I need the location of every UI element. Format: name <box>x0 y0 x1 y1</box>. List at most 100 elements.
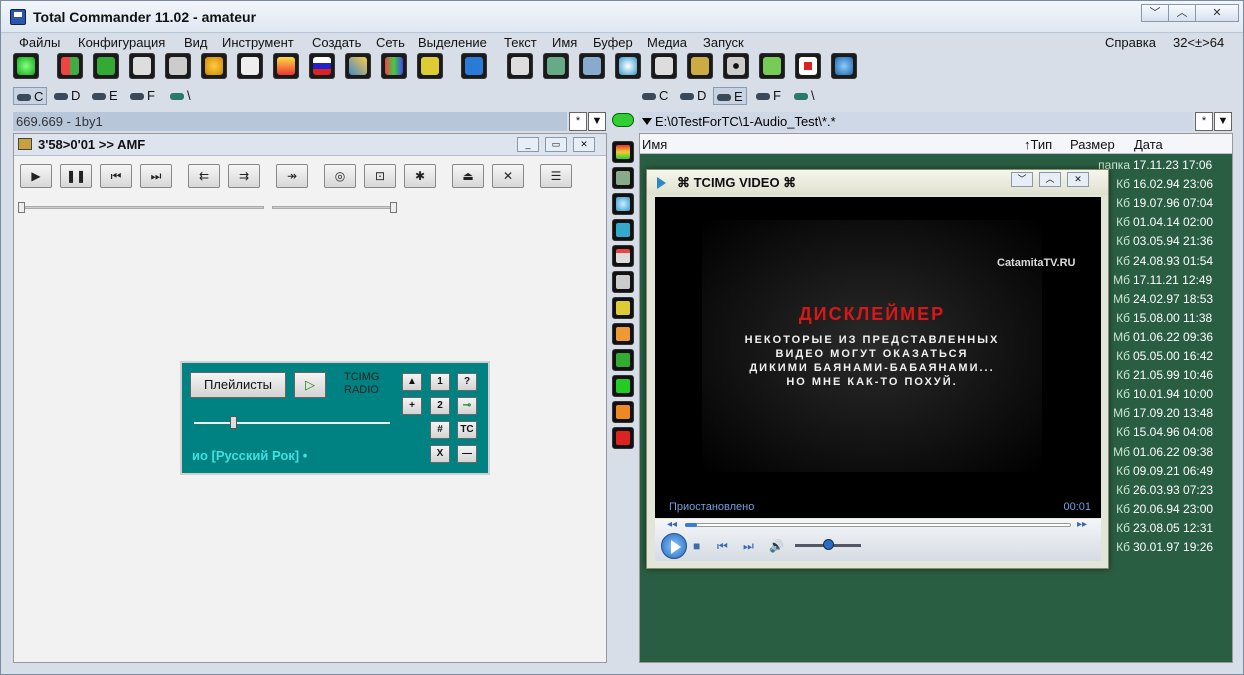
left-drive-network[interactable]: \ <box>167 87 194 105</box>
menu-media[interactable]: Медиа <box>647 35 687 50</box>
radio-volume-slider[interactable] <box>194 422 390 424</box>
speaker-icon[interactable]: 🔊 <box>769 539 784 553</box>
medkit-icon[interactable] <box>795 53 821 79</box>
left-hotlist-button[interactable]: * <box>569 112 587 131</box>
printer-icon[interactable] <box>237 53 263 79</box>
shield-icon[interactable] <box>93 53 119 79</box>
radio-volume-thumb[interactable] <box>230 416 237 429</box>
swap-icon[interactable] <box>612 349 634 371</box>
calendar-icon[interactable] <box>612 245 634 267</box>
right-drive-d[interactable]: D <box>677 87 709 105</box>
flag-icon[interactable] <box>309 53 335 79</box>
usb-icon[interactable] <box>759 53 785 79</box>
visualizer-button[interactable]: ◎ <box>324 164 356 188</box>
menu-text[interactable]: Текст <box>504 35 537 50</box>
volume-slider[interactable] <box>272 206 394 209</box>
tc-icon[interactable] <box>461 53 487 79</box>
right-drive-f[interactable]: F <box>753 87 784 105</box>
player-restore-button[interactable]: ▭ <box>545 137 567 152</box>
position-slider-thumb[interactable] <box>18 202 25 213</box>
right-drive-network[interactable]: \ <box>791 87 818 105</box>
menu-files[interactable]: Файлы <box>19 35 60 50</box>
close-button[interactable]: ✕ <box>1195 4 1239 22</box>
column-size[interactable]: Размер <box>1070 137 1115 152</box>
maximize-button[interactable]: ︿ <box>1168 4 1196 22</box>
left-drive-c[interactable]: C <box>13 87 48 105</box>
menu-tools[interactable]: Инструмент <box>222 35 294 50</box>
repeat-button[interactable]: ↠ <box>276 164 308 188</box>
playlist-button[interactable]: ☰ <box>540 164 572 188</box>
menu-clipboard[interactable]: Буфер <box>593 35 633 50</box>
radio-play-button[interactable]: ▷ <box>294 372 326 398</box>
screen-button[interactable]: ⊡ <box>364 164 396 188</box>
playlists-button[interactable]: Плейлисты <box>190 372 286 398</box>
radio-key-2[interactable]: 2 <box>430 397 450 415</box>
plugin-icon[interactable] <box>687 53 713 79</box>
right-drive-c[interactable]: C <box>639 87 671 105</box>
path-dropdown-icon[interactable] <box>642 118 652 125</box>
delete-icon[interactable] <box>612 427 634 449</box>
video-minimize-button[interactable]: ﹀ <box>1011 172 1033 187</box>
cd-icon[interactable] <box>723 53 749 79</box>
right-hotlist-button[interactable]: * <box>1195 112 1213 131</box>
hammer-icon[interactable] <box>579 53 605 79</box>
upload-icon[interactable] <box>417 53 443 79</box>
menu-view[interactable]: Вид <box>184 35 208 50</box>
video-previous-button[interactable]: ⏮ <box>717 539 728 554</box>
video-titlebar[interactable]: ⌘ TCIMG VIDEO ⌘ ﹀ ︿ ✕ <box>647 170 1108 195</box>
folder-new-icon[interactable] <box>612 323 634 345</box>
minimize-button[interactable]: ﹀ <box>1141 4 1169 22</box>
add-folder-button[interactable]: ⇉ <box>228 164 260 188</box>
radio-hash-button[interactable]: # <box>430 421 450 439</box>
layout-icon[interactable] <box>612 219 634 241</box>
player-close-button[interactable]: ✕ <box>573 137 595 152</box>
menu-create[interactable]: Создать <box>312 35 361 50</box>
radio-plus-button[interactable]: + <box>402 397 422 415</box>
video-close-button[interactable]: ✕ <box>1067 172 1089 187</box>
video-screen[interactable]: CatamitaTV.RU ДИСКЛЕЙМЕР НЕКОТОРЫЕ ИЗ ПР… <box>655 197 1101 518</box>
menu-configuration[interactable]: Конфигурация <box>78 35 165 50</box>
video-maximize-button[interactable]: ︿ <box>1039 172 1061 187</box>
radio-key-1[interactable]: 1 <box>430 373 450 391</box>
left-drive-e[interactable]: E <box>89 87 121 105</box>
column-date[interactable]: Дата <box>1134 137 1163 152</box>
disc-icon[interactable] <box>615 53 641 79</box>
magnifier-icon[interactable] <box>612 193 634 215</box>
previous-button[interactable]: ⏮ <box>100 164 132 188</box>
right-path[interactable]: E:\0TestForTC\1-Audio_Test\*.* <box>639 112 1193 131</box>
tools-icon[interactable] <box>273 53 299 79</box>
document-icon[interactable] <box>651 53 677 79</box>
fast-forward-icon[interactable]: ▸▸ <box>1077 519 1087 530</box>
player-minimize-button[interactable]: _ <box>517 137 539 152</box>
stop-button[interactable]: ✕ <box>492 164 524 188</box>
monitor-icon[interactable] <box>543 53 569 79</box>
traffic-light-icon[interactable] <box>612 141 634 163</box>
volume-slider-thumb[interactable] <box>390 202 397 213</box>
radio-tc-button[interactable]: TC <box>457 421 477 439</box>
menu-name[interactable]: Имя <box>552 35 577 50</box>
menu-launch[interactable]: Запуск <box>703 35 744 50</box>
grid-icon[interactable] <box>381 53 407 79</box>
clapper-icon[interactable] <box>129 53 155 79</box>
radio-minimize-button[interactable]: — <box>457 445 477 463</box>
plugin-button[interactable]: ✱ <box>404 164 436 188</box>
left-path[interactable]: 669.669 - 1by1 <box>13 112 567 131</box>
menu-network[interactable]: Сеть <box>376 35 405 50</box>
column-name[interactable]: Имя <box>642 137 667 152</box>
video-stop-button[interactable]: ■ <box>693 539 700 553</box>
undo-icon[interactable] <box>612 375 634 397</box>
open-folder-button[interactable]: ⇇ <box>188 164 220 188</box>
menu-help[interactable]: Справка <box>1105 35 1156 50</box>
menu-selection[interactable]: Выделение <box>418 35 487 50</box>
download-icon[interactable] <box>612 401 634 423</box>
camera-icon[interactable] <box>507 53 533 79</box>
video-next-button[interactable]: ⏭ <box>743 539 754 554</box>
right-drive-e[interactable]: E <box>713 87 747 105</box>
info-icon[interactable] <box>612 113 634 127</box>
power-icon[interactable] <box>13 53 39 79</box>
palette-icon[interactable] <box>201 53 227 79</box>
rewind-icon[interactable]: ◂◂ <box>667 519 677 530</box>
column-type[interactable]: ↑Тип <box>1024 137 1052 152</box>
edit-icon[interactable] <box>345 53 371 79</box>
radio-close-button[interactable]: X <box>430 445 450 463</box>
